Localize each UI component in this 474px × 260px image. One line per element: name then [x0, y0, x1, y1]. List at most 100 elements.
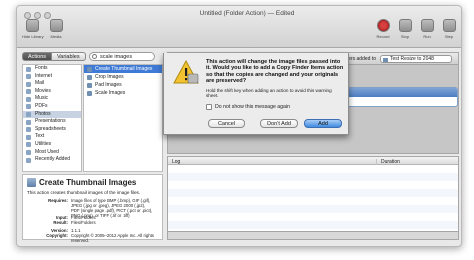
stop-label: Stop [400, 34, 410, 39]
description-pane: Create Thumbnail Images This action crea… [22, 174, 163, 243]
run-button[interactable]: Run [417, 19, 437, 39]
category-item[interactable]: Presentations [23, 118, 81, 126]
log-row [168, 181, 458, 189]
row-key: Requires: [48, 198, 68, 203]
automator-window: Untitled (Folder Action) — Edited Hide L… [16, 5, 462, 247]
action-item[interactable]: Scale Images [84, 89, 162, 97]
description-text: This action creates thumbnail images of … [27, 190, 141, 195]
record-label: Record [376, 34, 390, 39]
action-label: Pad Images [95, 82, 122, 88]
mail-icon [26, 81, 31, 87]
photos-icon [26, 112, 31, 118]
action-item-selected[interactable]: Create Thumbnail Images [84, 65, 162, 73]
search-value: scale images [100, 54, 133, 60]
record-icon [376, 19, 390, 32]
stop-button[interactable]: Stop [395, 19, 415, 39]
run-label: Run [423, 34, 431, 39]
folder-value: Test Resize to 2048 [390, 56, 434, 62]
log-row [168, 197, 458, 205]
category-item-selected[interactable]: Photos [23, 110, 81, 119]
library-tabs: Actions Variables [22, 52, 86, 61]
record-button[interactable]: Record [373, 19, 393, 39]
category-label: Most Used [35, 148, 59, 155]
folder-added-label: ders added to [345, 56, 376, 62]
category-item[interactable]: Spreadsheets [23, 126, 81, 134]
preview-icon [87, 90, 92, 96]
action-label: Create Thumbnail Images [95, 66, 153, 72]
category-label: Mail [35, 80, 45, 87]
music-icon [26, 96, 31, 102]
step-button[interactable]: Step [439, 19, 459, 39]
movies-icon [26, 89, 31, 95]
suppress-checkbox-row[interactable]: Do not show this message again [206, 104, 290, 110]
hide-library-button[interactable]: Hide Library [22, 19, 44, 39]
duration-column-header[interactable]: Duration [376, 158, 400, 165]
media-label: Media [50, 34, 62, 39]
pdfs-icon [26, 104, 31, 110]
log-row [168, 213, 458, 221]
title-bar: Untitled (Folder Action) — Edited Hide L… [17, 6, 461, 48]
log-header: Log Duration [168, 157, 458, 165]
tab-actions[interactable]: Actions [22, 52, 53, 61]
warning-icon [173, 60, 199, 84]
zoom-window-button[interactable] [44, 12, 51, 19]
dont-add-button[interactable]: Don’t Add [260, 119, 298, 128]
text-icon [26, 134, 31, 140]
preview-icon [87, 74, 92, 80]
category-item[interactable]: Utilities [23, 141, 81, 149]
action-item[interactable]: Pad Images [84, 81, 162, 89]
log-pane: Log Duration [167, 156, 459, 240]
suppress-checkbox[interactable] [206, 104, 212, 110]
row-key: Copyright: [46, 233, 68, 238]
log-column-header[interactable]: Log [172, 159, 180, 165]
dialog-message: This action will change the image files … [206, 59, 344, 85]
category-label: Utilities [35, 140, 52, 147]
internet-icon [26, 74, 31, 80]
step-label: Step [444, 34, 454, 39]
category-item[interactable]: Mail [23, 80, 81, 88]
stop-icon [398, 19, 412, 32]
category-item[interactable]: Movies [23, 88, 81, 96]
add-button[interactable]: Add [304, 119, 342, 128]
row-value: Copyright © 2005–2012 Apple Inc. All rig… [71, 233, 154, 243]
preview-icon [87, 82, 92, 88]
status-bar [168, 231, 458, 239]
suppress-checkbox-label: Do not show this message again [215, 104, 290, 110]
tab-variables[interactable]: Variables [52, 52, 86, 61]
category-label: Spreadsheets [35, 125, 66, 132]
media-button[interactable]: Media [46, 19, 66, 39]
description-title: Create Thumbnail Images [39, 178, 137, 187]
description-row: Result: Files/Folders [27, 220, 159, 225]
library-icon [25, 19, 39, 32]
hide-library-label: Hide Library [22, 34, 44, 39]
row-value: Files/Folders [71, 220, 96, 225]
category-item[interactable]: Fonts [23, 65, 81, 73]
category-item[interactable]: Most Used [23, 149, 81, 157]
category-label: Recently Added [35, 156, 71, 163]
preview-icon [87, 66, 92, 72]
fonts-icon [26, 66, 31, 72]
category-item[interactable]: Text [23, 133, 81, 141]
folder-select[interactable]: Test Resize to 2048 [380, 55, 452, 63]
search-input[interactable]: scale images [89, 52, 155, 61]
category-item[interactable]: Internet [23, 73, 81, 81]
category-item[interactable]: Music [23, 95, 81, 103]
dialog-info: Hold the shift key when adding an action… [206, 88, 332, 99]
category-label: Internet [35, 72, 52, 79]
log-row [168, 221, 458, 229]
category-item[interactable]: Recently Added [23, 156, 81, 164]
recently-added-icon [26, 157, 31, 163]
action-label: Crop Images [95, 74, 124, 80]
action-item[interactable]: Crop Images [84, 73, 162, 81]
category-label: Text [35, 133, 45, 140]
minimize-window-button[interactable] [34, 12, 41, 19]
folder-icon [383, 57, 388, 62]
spreadsheets-icon [26, 127, 31, 133]
close-window-button[interactable] [24, 12, 31, 19]
category-item[interactable]: PDFs [23, 103, 81, 111]
cancel-button[interactable]: Cancel [208, 119, 245, 128]
search-icon [92, 54, 97, 59]
category-label: Photos [35, 110, 51, 117]
category-label: Fonts [35, 65, 48, 71]
window-title: Untitled (Folder Action) — Edited [199, 10, 295, 17]
